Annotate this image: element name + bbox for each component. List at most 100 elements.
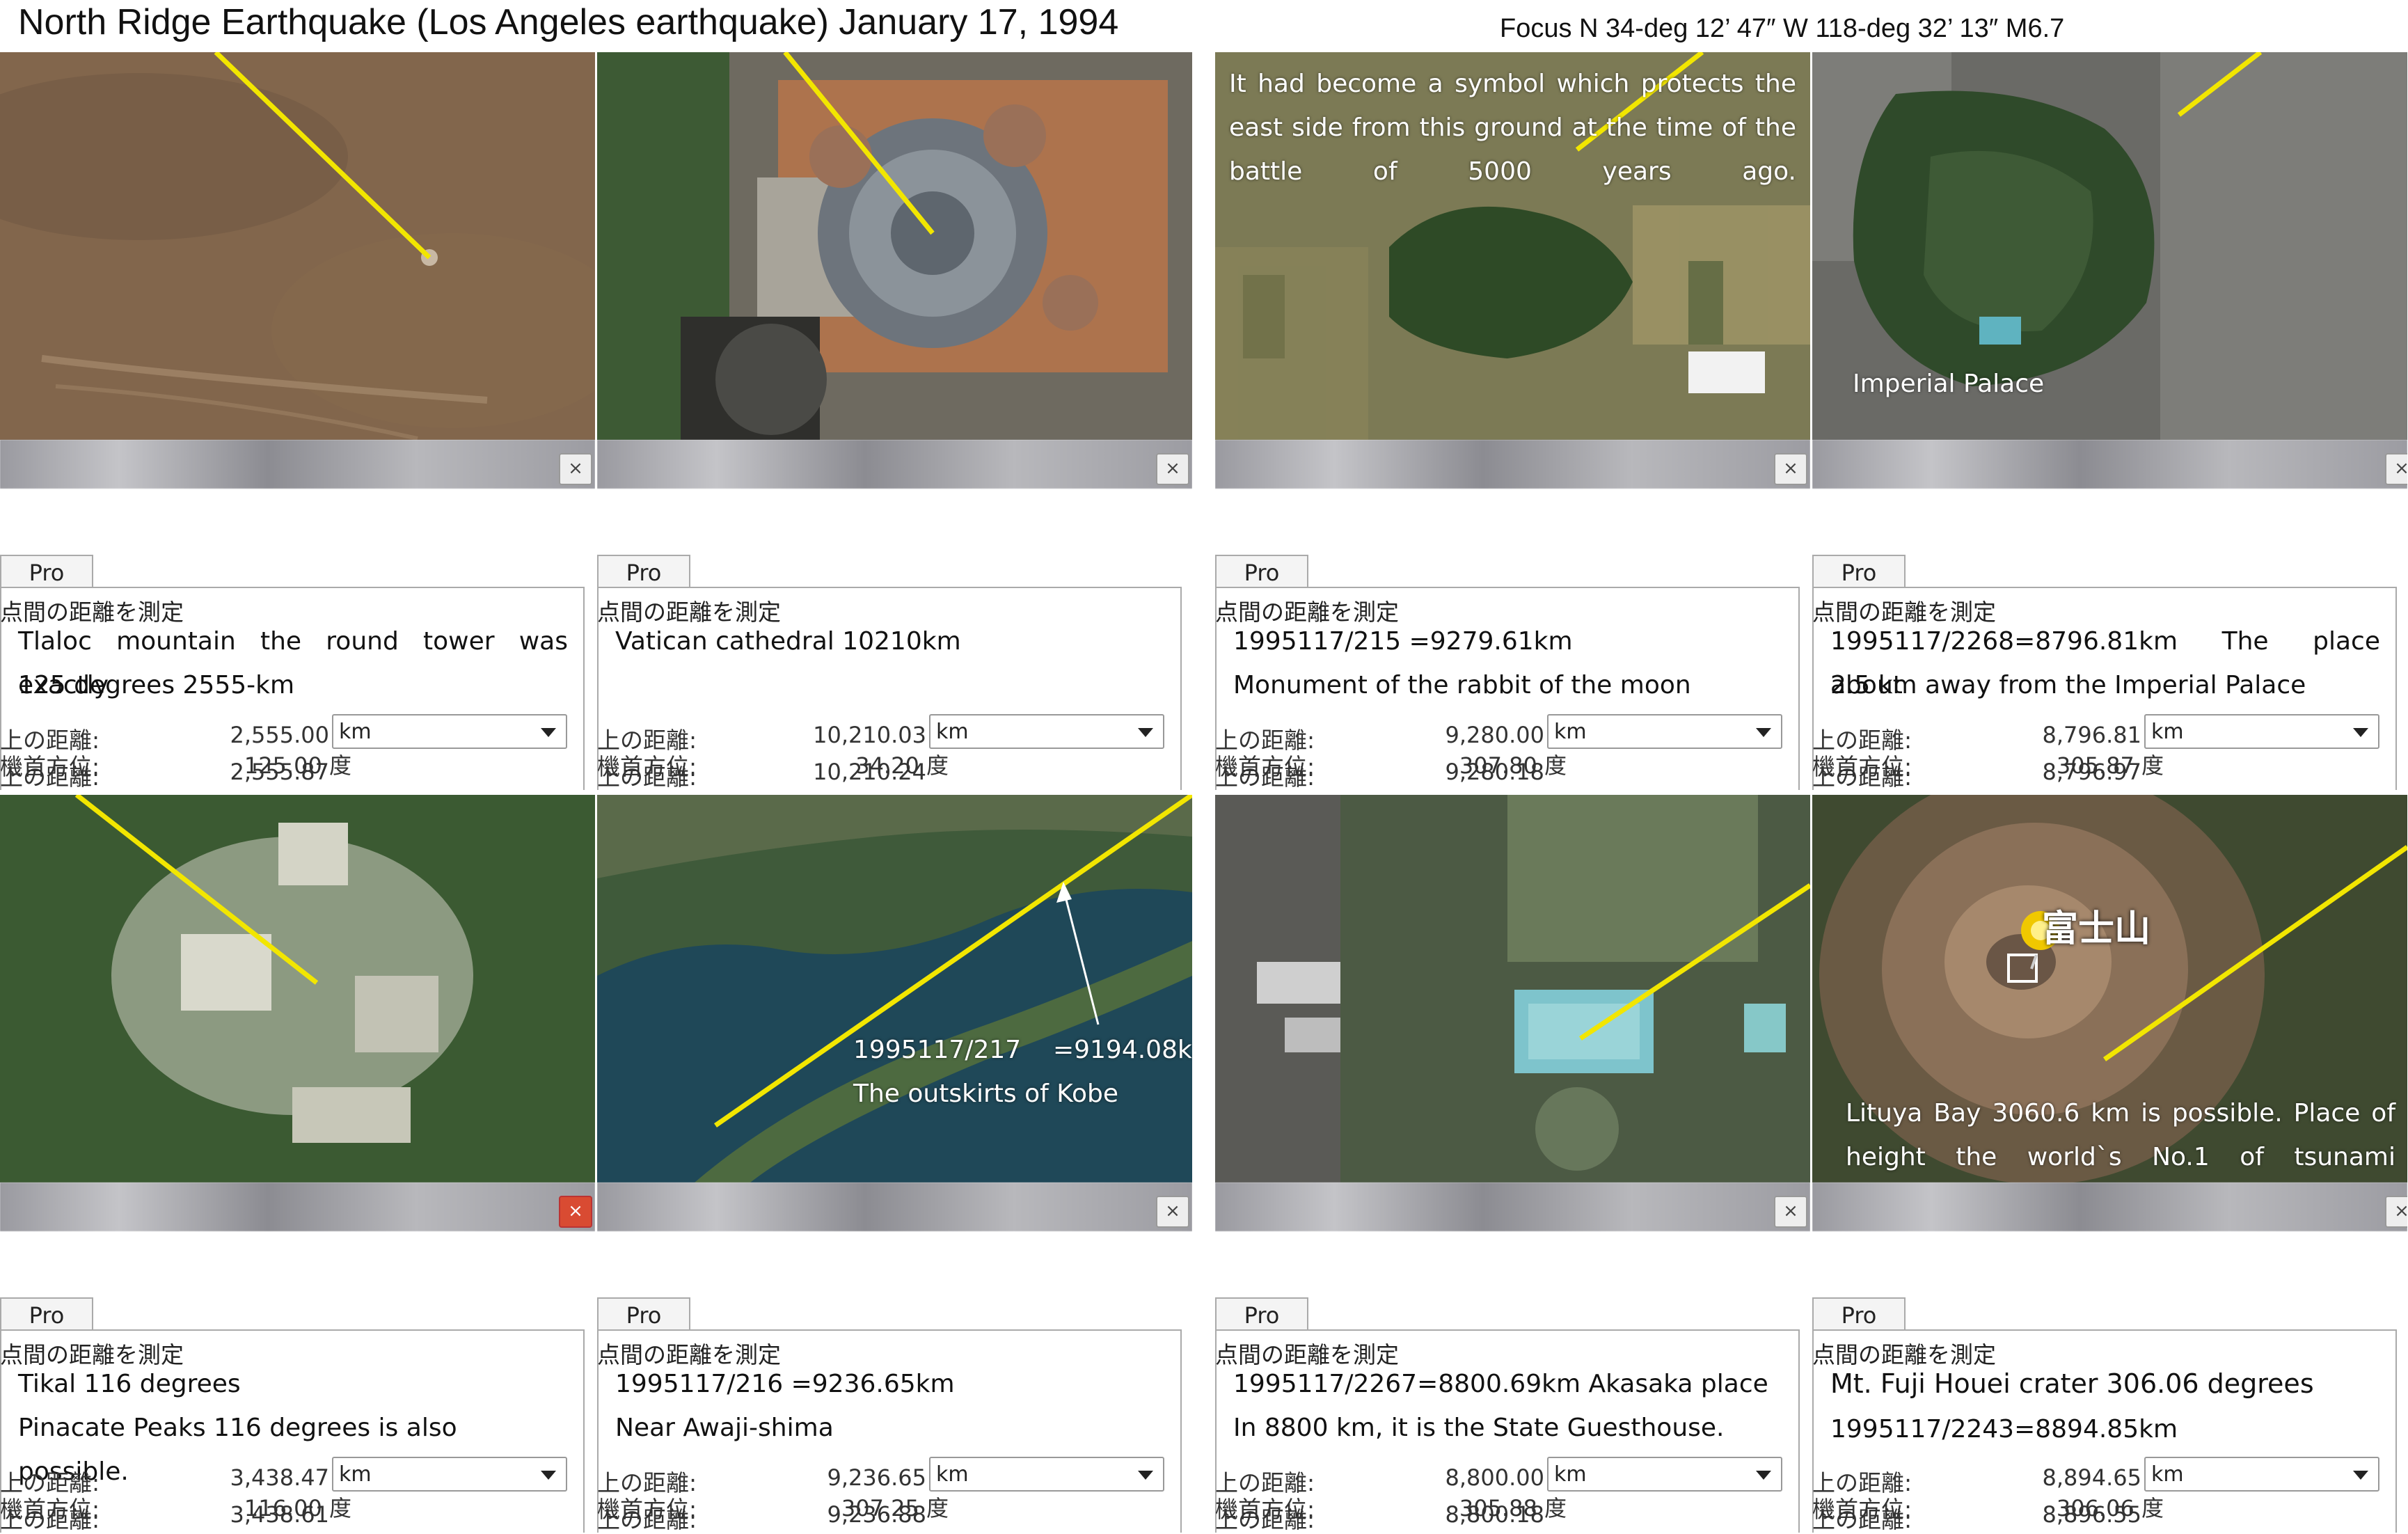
tab-pro[interactable]: Pro <box>1812 555 1906 590</box>
tab-pro[interactable]: Pro <box>0 555 93 590</box>
unit-value: km <box>2151 720 2184 744</box>
heading-value: 305.87 度 <box>2056 752 2164 779</box>
annotation-line-1: 1995117/2267=8800.69km Akasaka place <box>1233 1370 1768 1398</box>
satellite-map[interactable] <box>1215 795 1810 1183</box>
chevron-down-icon <box>1756 1471 1771 1480</box>
map-toolbar-strip <box>1812 440 2407 489</box>
map-distance-value: 3,438.47 <box>230 1464 330 1491</box>
annotation-line-1: 1995117/216 =9236.65km <box>615 1370 955 1398</box>
measurement-panel-tlaloc: × Pro 点間の距離を測定 Tlaloc mountain the round… <box>0 52 595 790</box>
place-label: 富士山 <box>2042 908 2151 950</box>
heading-value: 34.20 度 <box>855 752 949 779</box>
close-button[interactable]: × <box>2385 1196 2407 1228</box>
unit-value: km <box>2151 1462 2184 1487</box>
close-button[interactable]: × <box>1774 1196 1807 1228</box>
map-annotation: Imperial Palace <box>1853 370 2045 398</box>
chevron-down-icon <box>1138 728 1153 737</box>
heading-value: 307.25 度 <box>841 1495 949 1521</box>
unit-select[interactable]: km <box>2144 1457 2379 1492</box>
tab-pro[interactable]: Pro <box>1812 1297 1906 1332</box>
chevron-down-icon <box>541 728 556 737</box>
satellite-map[interactable]: It had become a symbol which protects th… <box>1215 52 1810 440</box>
chevron-down-icon <box>1138 1471 1153 1480</box>
unit-select[interactable]: km <box>929 1457 1164 1492</box>
unit-value: km <box>339 1462 372 1487</box>
satellite-map[interactable] <box>0 795 595 1183</box>
close-button[interactable]: × <box>2385 453 2407 485</box>
heading-value: 116.00 度 <box>244 1495 351 1521</box>
map-distance-value: 10,210.03 <box>813 722 926 748</box>
map-toolbar-strip <box>1215 1183 1810 1231</box>
map-distance-value: 8,894.65 <box>2042 1464 2142 1491</box>
annotation-line-2: 1995117/2243=8894.85km <box>1830 1415 2178 1444</box>
heading-label: 機首方位: <box>1215 1496 1315 1523</box>
measurement-panel-awaji: 1995117/217 =9194.08km The outskirts of … <box>597 795 1192 1533</box>
heading-label: 機首方位: <box>1215 753 1315 780</box>
heading-value: 305.88 度 <box>1459 1495 1567 1521</box>
map-distance-value: 2,555.00 <box>230 722 330 748</box>
chevron-down-icon <box>1756 728 1771 737</box>
unit-value: km <box>1554 1462 1587 1487</box>
close-button[interactable]: × <box>559 453 592 485</box>
close-button[interactable]: × <box>1156 1196 1189 1228</box>
map-annotation: It had become a symbol which protects th… <box>1229 70 1796 186</box>
tab-pro[interactable]: Pro <box>597 555 690 590</box>
map-toolbar-strip <box>0 440 595 489</box>
annotation-line-2: Near Awaji-shima <box>615 1414 834 1442</box>
close-button[interactable]: × <box>1156 453 1189 485</box>
tab-pro[interactable]: Pro <box>1215 555 1308 590</box>
map-distance-value: 9,280.00 <box>1445 722 1545 748</box>
unit-select[interactable]: km <box>1547 714 1782 749</box>
unit-select[interactable]: km <box>2144 714 2379 749</box>
heading-label: 機首方位: <box>1812 753 1912 780</box>
chevron-down-icon <box>2353 728 2368 737</box>
map-image <box>0 795 595 1183</box>
unit-select[interactable]: km <box>332 714 567 749</box>
unit-value: km <box>1554 720 1587 744</box>
tab-pro[interactable]: Pro <box>1215 1297 1308 1332</box>
heading-value: 307.80 度 <box>1459 752 1567 779</box>
satellite-map[interactable]: Imperial Palace <box>1812 52 2407 440</box>
satellite-map[interactable] <box>0 52 595 440</box>
measurement-panel-akasaka: × Pro 点間の距離を測定 1995117/2267=8800.69km Ak… <box>1215 795 1810 1533</box>
map-distance-value: 9,236.65 <box>827 1464 927 1491</box>
unit-value: km <box>936 1462 969 1487</box>
annotation-line-1: Tikal 116 degrees <box>18 1370 241 1398</box>
annotation-line-2: 125 degrees 2555-km <box>18 671 295 699</box>
unit-select[interactable]: km <box>929 714 1164 749</box>
close-button[interactable]: × <box>1774 453 1807 485</box>
unit-select[interactable]: km <box>332 1457 567 1492</box>
unit-select[interactable]: km <box>1547 1457 1782 1492</box>
chevron-down-icon <box>541 1471 556 1480</box>
map-image <box>1215 795 1810 1183</box>
heading-label: 機首方位: <box>0 753 100 780</box>
measurement-panel-imperial-palace: Imperial Palace × Pro 点間の距離を測定 1995117/2… <box>1812 52 2407 790</box>
annotation-line-2: Monument of the rabbit of the moon <box>1233 671 1691 699</box>
map-toolbar-strip <box>1215 440 1810 489</box>
chevron-down-icon <box>2353 1471 2368 1480</box>
map-toolbar-strip <box>0 1183 595 1231</box>
map-annotation-place: The outskirts of Kobe <box>853 1080 1119 1108</box>
tab-pro[interactable]: Pro <box>0 1297 93 1332</box>
map-annotation-distance: 1995117/217 =9194.08km <box>853 1036 1192 1064</box>
measurement-panel-mt-fuji: 富士山 Lituya Bay 3060.6 km is possible. Pl… <box>1812 795 2407 1533</box>
satellite-map[interactable] <box>597 52 1192 440</box>
unit-value: km <box>339 720 372 744</box>
focus-coordinates: Focus N 34-deg 12’ 47″ W 118-deg 32’ 13″… <box>1500 14 2065 43</box>
measurement-panel-vatican: × Pro 点間の距離を測定 Vatican cathedral 10210km… <box>597 52 1192 790</box>
unit-value: km <box>936 720 969 744</box>
annotation-line-2: In 8800 km, it is the State Guesthouse. <box>1233 1414 1725 1442</box>
tab-pro[interactable]: Pro <box>597 1297 690 1332</box>
map-image <box>597 52 1192 440</box>
annotation-line-1: 1995117/215 =9279.61km <box>1233 627 1573 656</box>
heading-label: 機首方位: <box>0 1496 100 1523</box>
map-toolbar-strip <box>1812 1183 2407 1231</box>
satellite-map[interactable]: 1995117/217 =9194.08km The outskirts of … <box>597 795 1192 1183</box>
heading-value: 125.00 度 <box>244 752 351 779</box>
heading-label: 機首方位: <box>597 1496 697 1523</box>
heading-value: 306.06 度 <box>2056 1495 2164 1521</box>
map-toolbar-strip <box>597 440 1192 489</box>
satellite-map[interactable]: 富士山 Lituya Bay 3060.6 km is possible. Pl… <box>1812 795 2407 1183</box>
map-distance-value: 8,800.00 <box>1445 1464 1545 1491</box>
close-button[interactable]: × <box>559 1196 592 1228</box>
